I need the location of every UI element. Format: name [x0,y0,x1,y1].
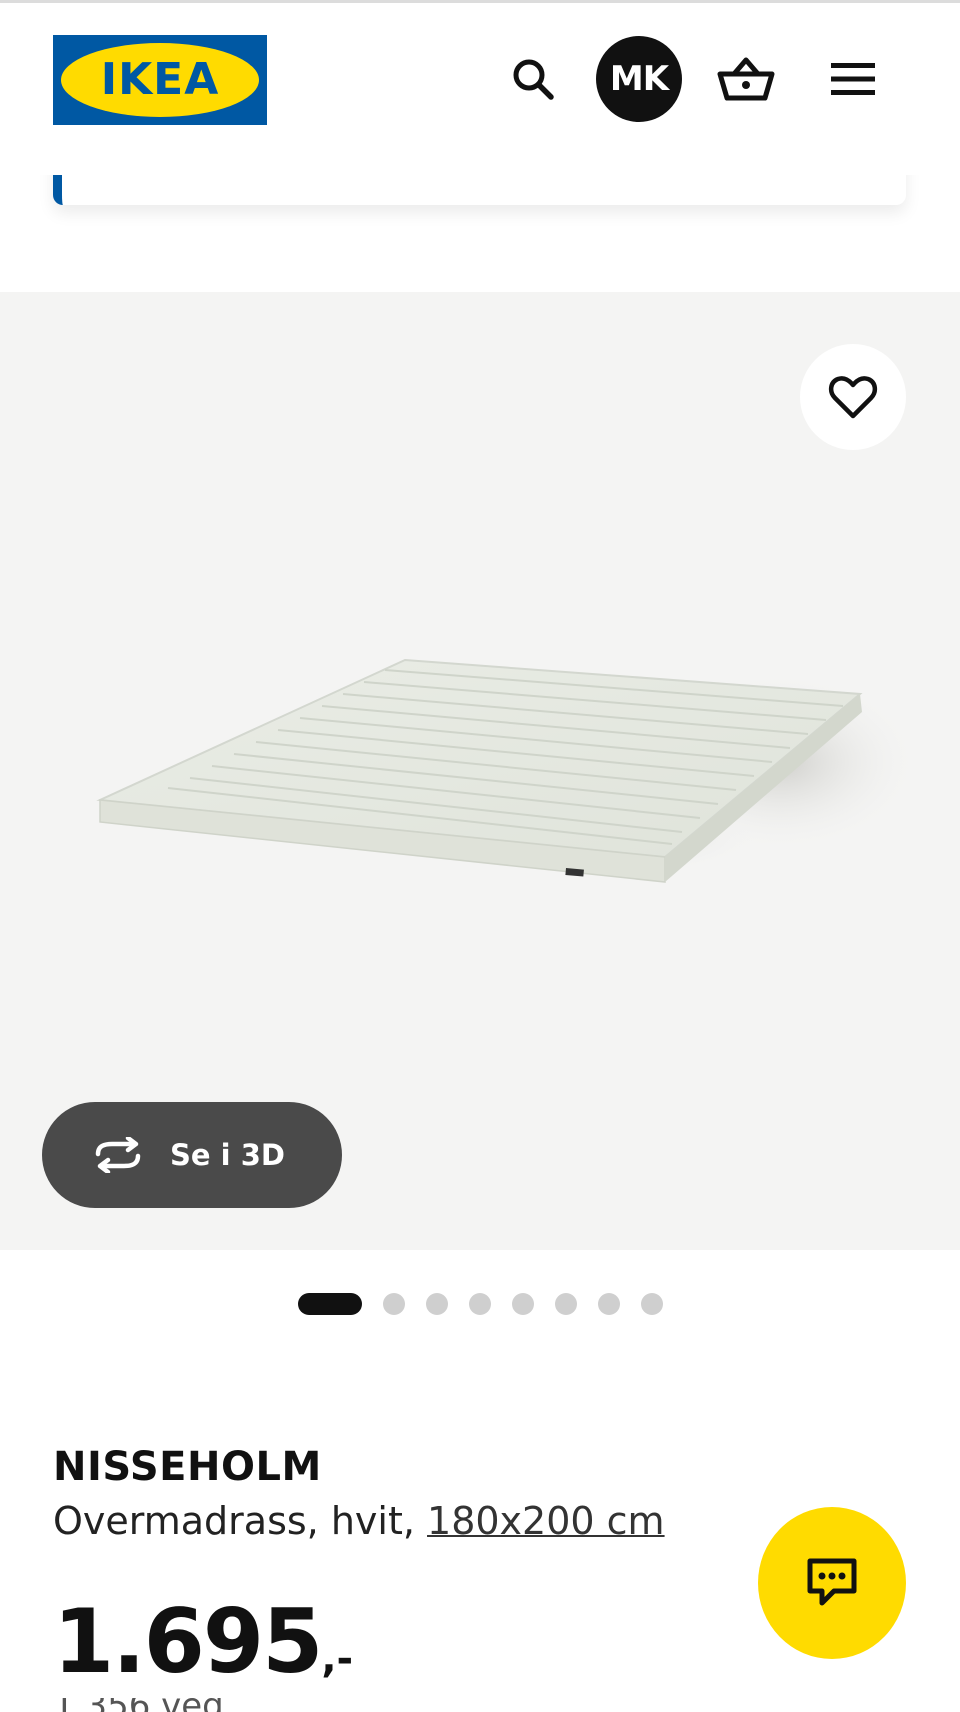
menu-button[interactable] [813,39,893,119]
carousel-dot-1[interactable] [298,1293,362,1315]
product-type-text: Overmadrass, hvit, [53,1499,415,1543]
product-price: 1.695,- [53,1590,353,1693]
heart-icon [828,376,878,419]
carousel-dot-4[interactable] [469,1293,491,1315]
site-header: IKEA ® MK [0,3,960,175]
search-button[interactable] [493,39,573,119]
price-suffix: ,- [321,1636,354,1682]
ikea-logo[interactable]: IKEA ® [53,35,267,125]
product-description: Overmadrass, hvit, 180x200 cm [53,1499,665,1543]
favourite-button[interactable] [800,344,906,450]
carousel-dot-8[interactable] [641,1293,663,1315]
carousel-dot-3[interactable] [426,1293,448,1315]
rotate-3d-icon [95,1137,141,1173]
product-image[interactable]: Se i 3D [0,292,960,1250]
account-avatar[interactable]: MK [596,36,682,122]
carousel-dot-5[interactable] [512,1293,534,1315]
price-main: 1.695 [53,1590,323,1693]
basket-icon [717,57,775,101]
price-footnote: 1.356 ved ak [53,1698,273,1712]
carousel-dot-7[interactable] [598,1293,620,1315]
price-footnote-text: 1.356 ved ak [53,1698,273,1712]
basket-button[interactable] [706,39,786,119]
product-name: NISSEHOLM [53,1444,322,1490]
search-icon [513,59,554,100]
carousel-dot-2[interactable] [383,1293,405,1315]
carousel-dot-6[interactable] [555,1293,577,1315]
chat-button[interactable] [758,1507,906,1659]
chat-icon [807,1558,857,1606]
view-3d-button[interactable]: Se i 3D [42,1102,342,1208]
product-size-link[interactable]: 180x200 cm [427,1499,665,1543]
image-carousel-dots [298,1293,663,1315]
hamburger-menu-icon [831,63,875,95]
view-3d-label: Se i 3D [170,1138,285,1172]
logo-registered-mark: ® [248,59,257,69]
logo-wordmark: IKEA [100,54,220,105]
